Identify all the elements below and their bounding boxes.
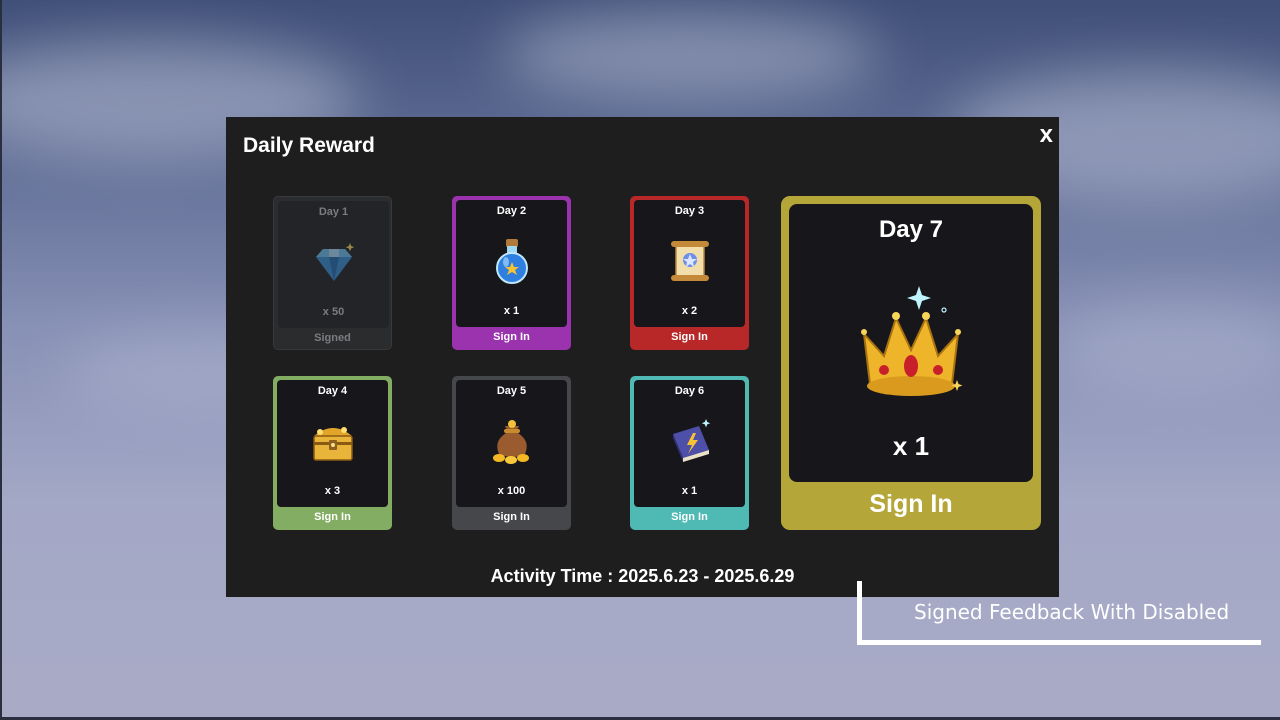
reward-quantity: x 1 [503,305,520,317]
day-card-3[interactable]: Day 3 x 2 Sign In [630,196,749,350]
scroll-icon [670,241,709,281]
reward-quantity: x 100 [497,485,526,497]
reward-quantity: x 2 [681,305,698,317]
reward-quantity: x 50 [322,306,345,318]
sign-in-button[interactable]: Sign In [634,327,745,350]
day-label: Day 1 [318,206,349,218]
day-card-6[interactable]: Day 6 x 1 Sign In [630,376,749,530]
panel-title: Daily Reward [243,134,375,157]
day-card-5[interactable]: Day 5 x 100 Sign In [452,376,571,530]
day-label: Day 4 [317,385,348,397]
close-button[interactable]: x [1040,121,1053,149]
annotation-callout: Signed Feedback With Disabled [857,581,1261,645]
reward-quantity: x 3 [324,485,341,497]
background-cloud [1050,300,1280,390]
day-label: Day 6 [674,385,705,397]
day-card-4[interactable]: Day 4 x 3 Sign In [273,376,392,530]
reward-quantity: x 1 [892,431,930,461]
crown-icon [861,286,963,396]
day-card-7[interactable]: Day 7 x 1 Sign In [781,196,1041,530]
daily-reward-panel: Daily Reward x Day 1 x 50 Signed Day 2 x… [226,117,1059,597]
reward-quantity: x 1 [681,485,698,497]
sign-in-button[interactable]: Sign In [456,327,567,350]
diamond-icon [315,243,354,281]
sign-in-button[interactable]: Sign In [277,507,388,530]
potion-icon [495,239,528,284]
day-card-1: Day 1 x 50 Signed [273,196,392,350]
sign-in-button[interactable]: Sign In [634,507,745,530]
coin-bag-icon [492,420,529,464]
day-card-2[interactable]: Day 2 x 1 Sign In [452,196,571,350]
day-label: Day 5 [496,385,527,397]
signed-label: Signed [314,332,351,344]
day-label: Day 2 [496,205,527,217]
day-label: Day 3 [674,205,705,217]
treasure-chest-icon [312,427,353,461]
sign-in-button[interactable]: Sign In [456,507,567,530]
spellbook-icon [672,419,710,462]
sign-in-button[interactable]: Sign In [789,482,1033,528]
day-label: Day 7 [878,216,944,243]
annotation-text: Signed Feedback With Disabled [914,600,1230,624]
background-cloud [500,10,880,100]
